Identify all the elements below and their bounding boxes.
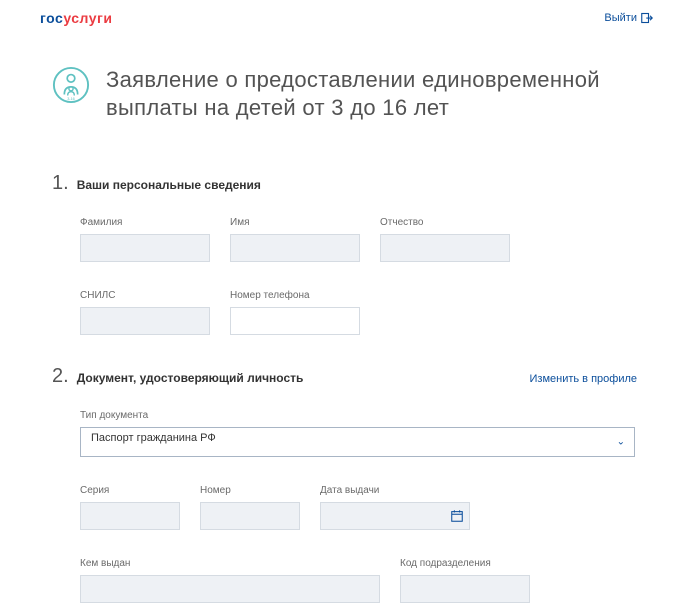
section-personal: 1. Ваши персональные сведения Фамилия Им… <box>0 152 677 345</box>
edit-profile-link[interactable]: Изменить в профиле <box>530 373 638 385</box>
doctype-label: Тип документа <box>80 410 635 421</box>
patronymic-label: Отчество <box>380 217 510 228</box>
patronymic-input <box>380 234 510 262</box>
issuer-label: Кем выдан <box>80 558 380 569</box>
logout-label: Выйти <box>604 12 637 24</box>
snils-label: СНИЛС <box>80 290 210 301</box>
lastname-label: Фамилия <box>80 217 210 228</box>
logo-part1: гос <box>40 10 63 26</box>
issuedate-label: Дата выдачи <box>320 485 470 496</box>
divcode-input <box>400 575 530 603</box>
section-head-1: 1. Ваши персональные сведения <box>52 172 637 195</box>
logout-link[interactable]: Выйти <box>604 12 653 24</box>
logo: госуслуги <box>40 10 112 26</box>
family-icon: 3-16 <box>52 66 90 104</box>
page-title: Заявление о предоставлении единовременно… <box>106 66 637 121</box>
logout-icon <box>641 12 653 24</box>
number-input <box>200 502 300 530</box>
section-document: 2. Документ, удостоверяющий личность Изм… <box>0 345 677 613</box>
firstname-input <box>230 234 360 262</box>
section-num-2: 2. <box>52 365 69 388</box>
section-num-1: 1. <box>52 172 69 195</box>
issuer-input <box>80 575 380 603</box>
series-label: Серия <box>80 485 180 496</box>
issuedate-input <box>320 502 470 530</box>
section-title-2: Документ, удостоверяющий личность <box>77 371 522 385</box>
logo-part2: услуги <box>63 10 112 26</box>
lastname-input <box>80 234 210 262</box>
number-label: Номер <box>200 485 300 496</box>
snils-input <box>80 307 210 335</box>
header: госуслуги Выйти <box>0 0 677 36</box>
divcode-label: Код подразделения <box>400 558 530 569</box>
svg-text:3-16: 3-16 <box>67 97 75 101</box>
section-title-1: Ваши персональные сведения <box>77 178 637 192</box>
doctype-select[interactable]: Паспорт гражданина РФ <box>80 427 635 457</box>
phone-input[interactable] <box>230 307 360 335</box>
phone-label: Номер телефона <box>230 290 360 301</box>
section-head-2: 2. Документ, удостоверяющий личность Изм… <box>52 365 637 388</box>
page-title-row: 3-16 Заявление о предоставлении единовре… <box>0 36 677 152</box>
series-input <box>80 502 180 530</box>
firstname-label: Имя <box>230 217 360 228</box>
